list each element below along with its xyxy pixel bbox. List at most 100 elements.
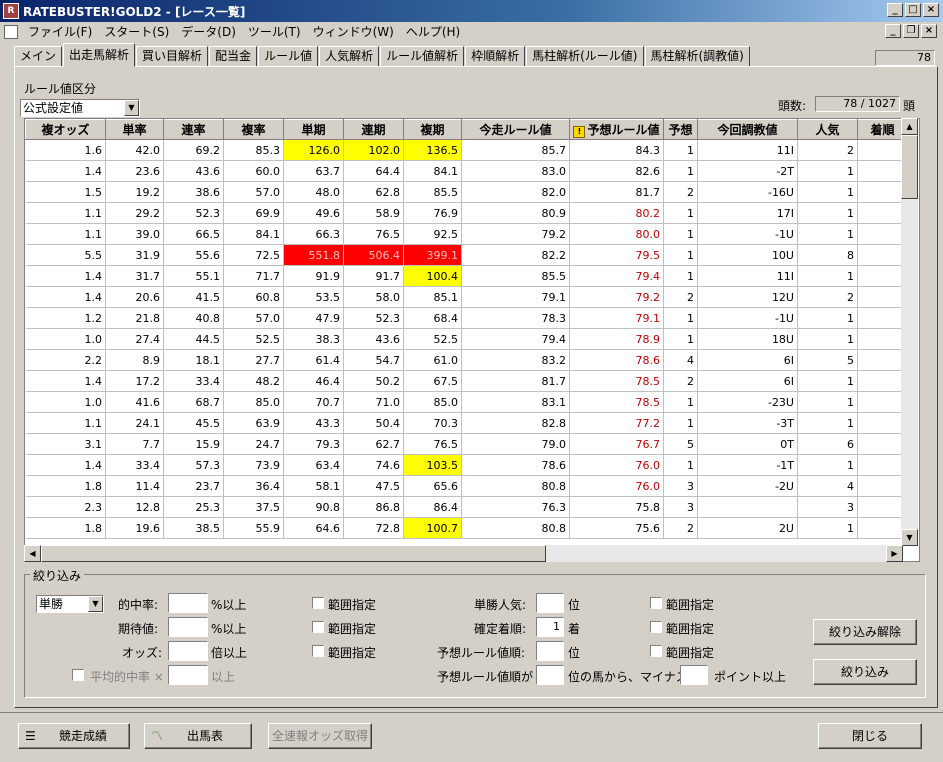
tab-payout[interactable]: 配当金: [209, 46, 258, 67]
avg-hit-input[interactable]: [168, 665, 208, 685]
range-checkbox-6[interactable]: [650, 645, 662, 657]
range-checkbox-5[interactable]: [650, 621, 662, 633]
app-icon[interactable]: R: [3, 3, 19, 19]
menu-tool[interactable]: ツール(T): [242, 23, 307, 40]
horizontal-scroll-thumb[interactable]: [41, 545, 546, 562]
table-row[interactable]: 5.5 31.9 55.6 72.5 551.8 506.4 399.1 82.2 79.5 1 1…: [25, 244, 908, 266]
mdi-restore-icon[interactable]: ❐: [903, 24, 919, 38]
table-row[interactable]: 1.6 42.0 69.2 85.3 126.0 102.0 136.5 85.7 84.3 1 1…: [25, 139, 908, 161]
column-header[interactable]: 連期: [343, 119, 404, 140]
column-header[interactable]: 人気: [797, 119, 858, 140]
hit-rate-input[interactable]: [168, 593, 208, 613]
scroll-right-icon[interactable]: ▶: [886, 545, 903, 562]
tab-rule-value[interactable]: ルール値: [258, 46, 319, 67]
table-cell: 2: [663, 370, 698, 392]
horizontal-scrollbar[interactable]: ◀ ▶: [24, 545, 903, 562]
avg-hit-checkbox[interactable]: [72, 669, 84, 681]
tab-bet-analysis[interactable]: 買い目解析: [136, 46, 209, 67]
bottom-bar: [0, 712, 943, 762]
expectation-input[interactable]: [168, 617, 208, 637]
menu-file[interactable]: ファイル(F): [22, 23, 98, 40]
range-checkbox-2[interactable]: [312, 621, 324, 633]
range-checkbox-3[interactable]: [312, 645, 324, 657]
tab-gate-analysis[interactable]: 枠順解析: [465, 46, 526, 67]
column-header[interactable]: ! 予想ルール値: [569, 119, 664, 140]
rule-section-select[interactable]: 公式設定値 ▼: [20, 99, 140, 117]
tab-popularity[interactable]: 人気解析: [319, 46, 380, 67]
odds-input[interactable]: [168, 641, 208, 661]
table-row[interactable]: 1.2 21.8 40.8 57.0 47.9 52.3 68.4 78.3 79.1 1 -1U 1: [25, 307, 908, 329]
table-cell: 76.0: [569, 475, 664, 497]
table-row[interactable]: 1.4 20.6 41.5 60.8 53.5 58.0 85.1 79.1 79.2 2 12U 2: [25, 286, 908, 308]
minimize-icon[interactable]: _: [887, 3, 903, 17]
fetch-odds-button[interactable]: 全速報オッズ取得: [268, 723, 372, 749]
table-row[interactable]: 1.8 11.4 23.7 36.4 58.1 47.5 65.6 80.8 76.0 3 -2U 4: [25, 475, 908, 497]
scroll-left-icon[interactable]: ◀: [24, 545, 41, 562]
table-row[interactable]: 1.1 29.2 52.3 69.9 49.6 58.9 76.9 80.9 80.2 1 17I 1: [25, 202, 908, 224]
table-row[interactable]: 1.1 24.1 45.5 63.9 43.3 50.4 70.3 82.8 77.2 1 -3T 1: [25, 412, 908, 434]
mdi-close-icon[interactable]: ×: [921, 24, 937, 38]
minus-point-input[interactable]: [680, 665, 708, 685]
bet-type-select[interactable]: 単勝 ▼: [36, 595, 104, 613]
table-cell: 79.1: [569, 307, 664, 329]
range-checkbox-1[interactable]: [312, 597, 324, 609]
column-header[interactable]: 複オッズ: [25, 119, 106, 140]
pred-rank-input[interactable]: [536, 641, 564, 661]
clear-filter-button[interactable]: 絞り込み解除: [813, 619, 917, 645]
menu-help[interactable]: ヘルプ(H): [400, 23, 466, 40]
horse-grid[interactable]: 複オッズ 単率 連率 複率 単期 連期 複期 今走ルール値! 予想ルール値 予想 今回調教値 人気 着順…: [24, 118, 920, 562]
column-header[interactable]: 連率: [163, 119, 224, 140]
tab-runner-analysis[interactable]: 出走馬解析: [63, 43, 136, 67]
table-row[interactable]: 1.4 23.6 43.6 60.0 63.7 64.4 84.1 83.0 82.6 1 -2T 1: [25, 160, 908, 182]
table-cell: 2: [663, 517, 698, 539]
tab-past-rule[interactable]: 馬柱解析(ルール値): [526, 46, 644, 67]
race-results-button[interactable]: ☰ 競走成績: [18, 723, 130, 749]
column-header[interactable]: 単期: [283, 119, 344, 140]
document-icon[interactable]: [4, 24, 18, 39]
menu-data[interactable]: データ(D): [175, 23, 242, 40]
chevron-down-icon[interactable]: ▼: [88, 596, 103, 612]
table-row[interactable]: 1.0 41.6 68.7 85.0 70.7 71.0 85.0 83.1 78.5 1 -23U…: [25, 391, 908, 413]
table-row[interactable]: 3.1 7.7 15.9 24.7 79.3 62.7 76.5 79.0 76.7 5 0T 6: [25, 433, 908, 455]
column-header[interactable]: 今走ルール値: [461, 119, 570, 140]
table-row[interactable]: 2.3 12.8 25.3 37.5 90.8 86.8 86.4 76.3 75.8 3 3: [25, 496, 908, 518]
table-row[interactable]: 1.0 27.4 44.5 52.5 38.3 43.6 52.5 79.4 78.9 1 18U 1: [25, 328, 908, 350]
tab-main[interactable]: メイン: [14, 46, 63, 67]
maximize-icon[interactable]: □: [905, 3, 921, 17]
close-button[interactable]: 閉じる: [818, 723, 922, 749]
close-icon[interactable]: ×: [923, 3, 939, 17]
table-row[interactable]: 1.5 19.2 38.6 57.0 48.0 62.8 85.5 82.0 81.7 2 -16U…: [25, 181, 908, 203]
table-row[interactable]: 1.4 33.4 57.3 73.9 63.4 74.6 103.5 78.6 76.0 1 -1T…: [25, 454, 908, 476]
column-header[interactable]: 着順: [857, 119, 908, 140]
head-count-label: 頭数:: [778, 99, 807, 113]
range-checkbox-4[interactable]: [650, 597, 662, 609]
menu-start[interactable]: スタート(S): [98, 23, 175, 40]
table-row[interactable]: 2.2 8.9 18.1 27.7 61.4 54.7 61.0 83.2 78.6 4 6I 5: [25, 349, 908, 371]
scroll-up-icon[interactable]: ▲: [901, 118, 918, 135]
vertical-scrollbar[interactable]: ▲ ▼: [901, 118, 918, 546]
table-row[interactable]: 1.4 17.2 33.4 48.2 46.4 50.2 67.5 81.7 78.5 2 6I 1: [25, 370, 908, 392]
menu-window[interactable]: ウィンドウ(W): [307, 23, 400, 40]
vertical-scroll-thumb[interactable]: [901, 135, 918, 199]
column-header[interactable]: 予想: [663, 119, 698, 140]
column-header[interactable]: 複期: [403, 119, 462, 140]
column-header[interactable]: 単率: [105, 119, 164, 140]
table-row[interactable]: 1.1 39.0 66.5 84.1 66.3 76.5 92.5 79.2 80.0 1 -1U 1: [25, 223, 908, 245]
mdi-minimize-icon[interactable]: _: [885, 24, 901, 38]
table-cell: 31.9: [105, 244, 164, 266]
tab-past-training[interactable]: 馬柱解析(調教値): [644, 46, 750, 67]
scroll-down-icon[interactable]: ▼: [901, 529, 918, 546]
column-header[interactable]: 複率: [223, 119, 284, 140]
pred-rank-from-input[interactable]: [536, 665, 564, 685]
win-popularity-input[interactable]: [536, 593, 564, 613]
apply-filter-button[interactable]: 絞り込み: [813, 659, 917, 685]
table-row[interactable]: 1.4 31.7 55.1 71.7 91.9 91.7 100.4 85.5 79.4 1 11I…: [25, 265, 908, 287]
column-header[interactable]: 今回調教値: [697, 119, 798, 140]
tab-rule-analysis[interactable]: ルール値解析: [380, 46, 465, 67]
table-cell: 27.4: [105, 328, 164, 350]
entries-button[interactable]: 〽 出馬表: [144, 723, 252, 749]
fixed-rank-input[interactable]: 1: [536, 617, 564, 637]
table-cell: 60.8: [223, 286, 284, 308]
chevron-down-icon[interactable]: ▼: [124, 100, 139, 116]
table-row[interactable]: 1.8 19.6 38.5 55.9 64.6 72.8 100.7 80.8 75.6 2 2U 1: [25, 517, 908, 539]
